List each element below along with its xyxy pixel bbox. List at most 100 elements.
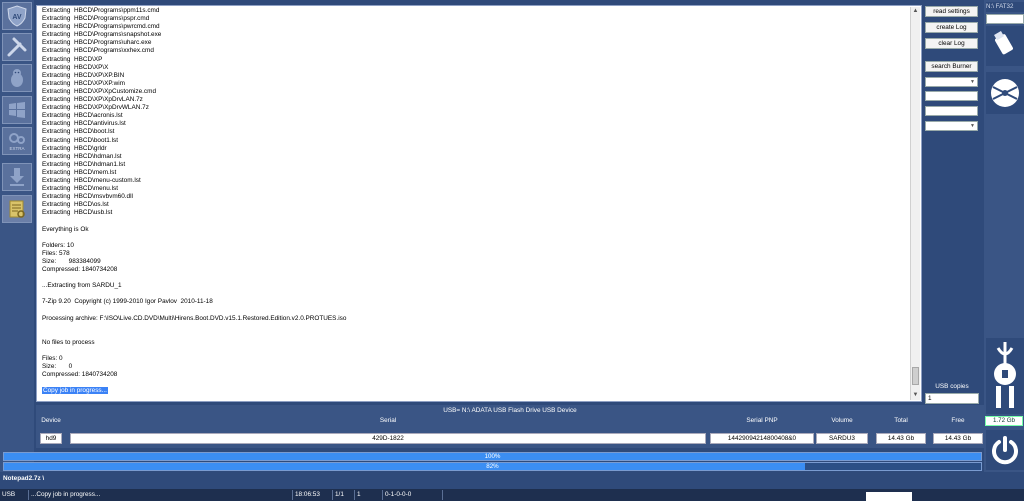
windows-logo-icon xyxy=(9,102,25,118)
log-line: Extracting HBCD\XP\XpDrvLAN.7z xyxy=(42,96,143,104)
power-button[interactable] xyxy=(986,430,1024,470)
extra-gears-icon: EXTRA xyxy=(9,133,25,151)
usb-stick-icon xyxy=(994,31,1013,55)
log-line: Processing archive: F:\ISO\Live.CD.DVD\M… xyxy=(42,314,347,322)
tools-icon xyxy=(7,37,27,57)
linux-penguin-icon xyxy=(11,69,23,87)
av-shield-icon: AV xyxy=(7,5,27,27)
device-header: Device xyxy=(41,417,61,424)
notes-tab[interactable] xyxy=(2,195,32,223)
status-empty xyxy=(442,490,864,500)
start-usb-button[interactable] xyxy=(986,338,1024,414)
scroll-thumb[interactable] xyxy=(912,367,919,385)
download-arrow-icon xyxy=(10,168,24,186)
log-scrollbar[interactable]: ▲ ▼ xyxy=(910,7,920,400)
log-line: Extracting HBCD\XP\XpCustomize.cmd xyxy=(42,87,157,95)
log-line: Extracting HBCD\menu-custom.lst xyxy=(42,176,141,184)
log-line: Extracting HBCD\mem.lst xyxy=(42,168,117,176)
svg-text:AV: AV xyxy=(12,14,22,21)
total-value: 14.43 Gb xyxy=(876,433,926,444)
device-title: USB= N:\ ADATA USB Flash Drive USB Devic… xyxy=(443,407,577,414)
drive-label: N:\ FAT32 xyxy=(986,2,1024,12)
linux-tab[interactable] xyxy=(2,64,32,92)
log-line: Extracting HBCD\hdman1.lst xyxy=(42,160,126,168)
log-panel[interactable]: Extracting HBCD\Programs\ppm11s.cmd Extra… xyxy=(36,5,922,402)
log-line: Compressed: 1840734208 xyxy=(42,266,118,273)
scroll-up-icon[interactable]: ▲ xyxy=(911,7,920,16)
free-header: Free xyxy=(951,417,965,424)
burner-field-1[interactable] xyxy=(925,91,978,101)
log-line: Extracting HBCD\XP\XP.wim xyxy=(42,79,125,87)
status-count: 1/1 xyxy=(332,490,354,500)
search-burner-button[interactable]: search Burner xyxy=(925,61,978,72)
log-line: Extracting HBCD\XP\X xyxy=(42,63,109,71)
log-line: Extracting HBCD\boot.lst xyxy=(42,128,115,136)
log-line: Extracting HBCD\usb.lst xyxy=(42,209,113,217)
windows-tab[interactable] xyxy=(2,96,32,124)
status-message: ...Copy job in progress... xyxy=(28,490,292,500)
total-progress-bar: 100% xyxy=(3,452,982,461)
usb-copies-label: USB copies xyxy=(935,383,969,390)
log-line: Files: 578 xyxy=(42,249,70,257)
read-settings-button[interactable]: read settings xyxy=(925,6,978,17)
log-line: Extracting HBCD\antivirus.lst xyxy=(42,120,126,128)
disc-icon xyxy=(991,79,1019,107)
status-bar: USB ...Copy job in progress... 18:06:53 … xyxy=(0,489,1024,501)
log-line: Extracting HBCD\Programs\xxhex.cmd xyxy=(42,47,154,55)
antivirus-tab[interactable]: AV xyxy=(2,2,32,30)
log-line: No files to process xyxy=(42,338,95,346)
scroll-down-icon[interactable]: ▼ xyxy=(911,391,920,400)
log-line: Files: 0 xyxy=(42,355,63,363)
burn-disc-button[interactable] xyxy=(986,72,1024,114)
current-file: Notepad2.7z \ xyxy=(3,475,45,482)
log-line: Extracting HBCD\msvbvm60.dll xyxy=(42,193,133,201)
log-line: Size: 983384099 xyxy=(42,257,101,265)
burner-select[interactable]: ▼ xyxy=(925,77,978,87)
device-value: hd9 xyxy=(40,433,62,444)
log-line: Extracting HBCD\boot1.lst xyxy=(42,136,119,144)
serial-value: 429D-1822 xyxy=(70,433,706,444)
status-code: 0-1-0-0-0 xyxy=(382,490,442,500)
speed-select[interactable]: ▼ xyxy=(925,121,978,131)
log-line: Extracting HBCD\Programs\uharc.exe xyxy=(42,39,152,47)
log-line: Extracting HBCD\hdman.lst xyxy=(42,152,122,160)
log-line: Extracting HBCD\Programs\pwrcmd.cmd xyxy=(42,23,160,31)
status-time: 18:06:53 xyxy=(292,490,332,500)
clear-log-button[interactable]: clear Log xyxy=(925,38,978,49)
power-icon xyxy=(992,436,1018,465)
extra-tab[interactable]: EXTRA xyxy=(2,127,32,155)
chevron-down-icon: ▼ xyxy=(970,123,975,129)
volume-header: Volume xyxy=(831,417,853,424)
total-header: Total xyxy=(894,417,908,424)
chevron-down-icon: ▼ xyxy=(970,79,975,85)
log-line: 7-Zip 9.20 Copyright (c) 1999-2010 Igor … xyxy=(42,298,213,306)
log-line: Folders: 10 xyxy=(42,241,74,249)
usb-drive-button[interactable] xyxy=(986,26,1024,66)
free-value: 14.43 Gb xyxy=(933,433,983,444)
burner-field-2[interactable] xyxy=(925,106,978,116)
usb-copies-stepper[interactable]: 1 xyxy=(925,393,979,404)
utility-tab[interactable] xyxy=(2,33,32,61)
download-tab[interactable] xyxy=(2,163,32,191)
create-log-button[interactable]: create Log xyxy=(925,22,978,33)
log-highlight: Copy job in progress... xyxy=(42,387,108,395)
serial-header: Serial xyxy=(379,417,397,424)
volume-value: SARDU3 xyxy=(816,433,868,444)
log-line: Extracting HBCD\Programs\ppm11s.cmd xyxy=(42,7,160,14)
file-progress-bar: 82% xyxy=(3,462,982,471)
serial-pnp-value: 14429094214800408&0 xyxy=(710,433,814,444)
notes-gear-icon xyxy=(9,200,25,218)
log-line: Size: 0 xyxy=(42,363,73,371)
progress-label: 82% xyxy=(486,463,499,470)
log-line: Extracting HBCD\Programs\snapshot.exe xyxy=(42,31,162,39)
log-line: Compressed: 1840734208 xyxy=(42,371,118,379)
drive-select[interactable] xyxy=(986,14,1024,24)
usb-multiboot-icon xyxy=(994,342,1016,408)
